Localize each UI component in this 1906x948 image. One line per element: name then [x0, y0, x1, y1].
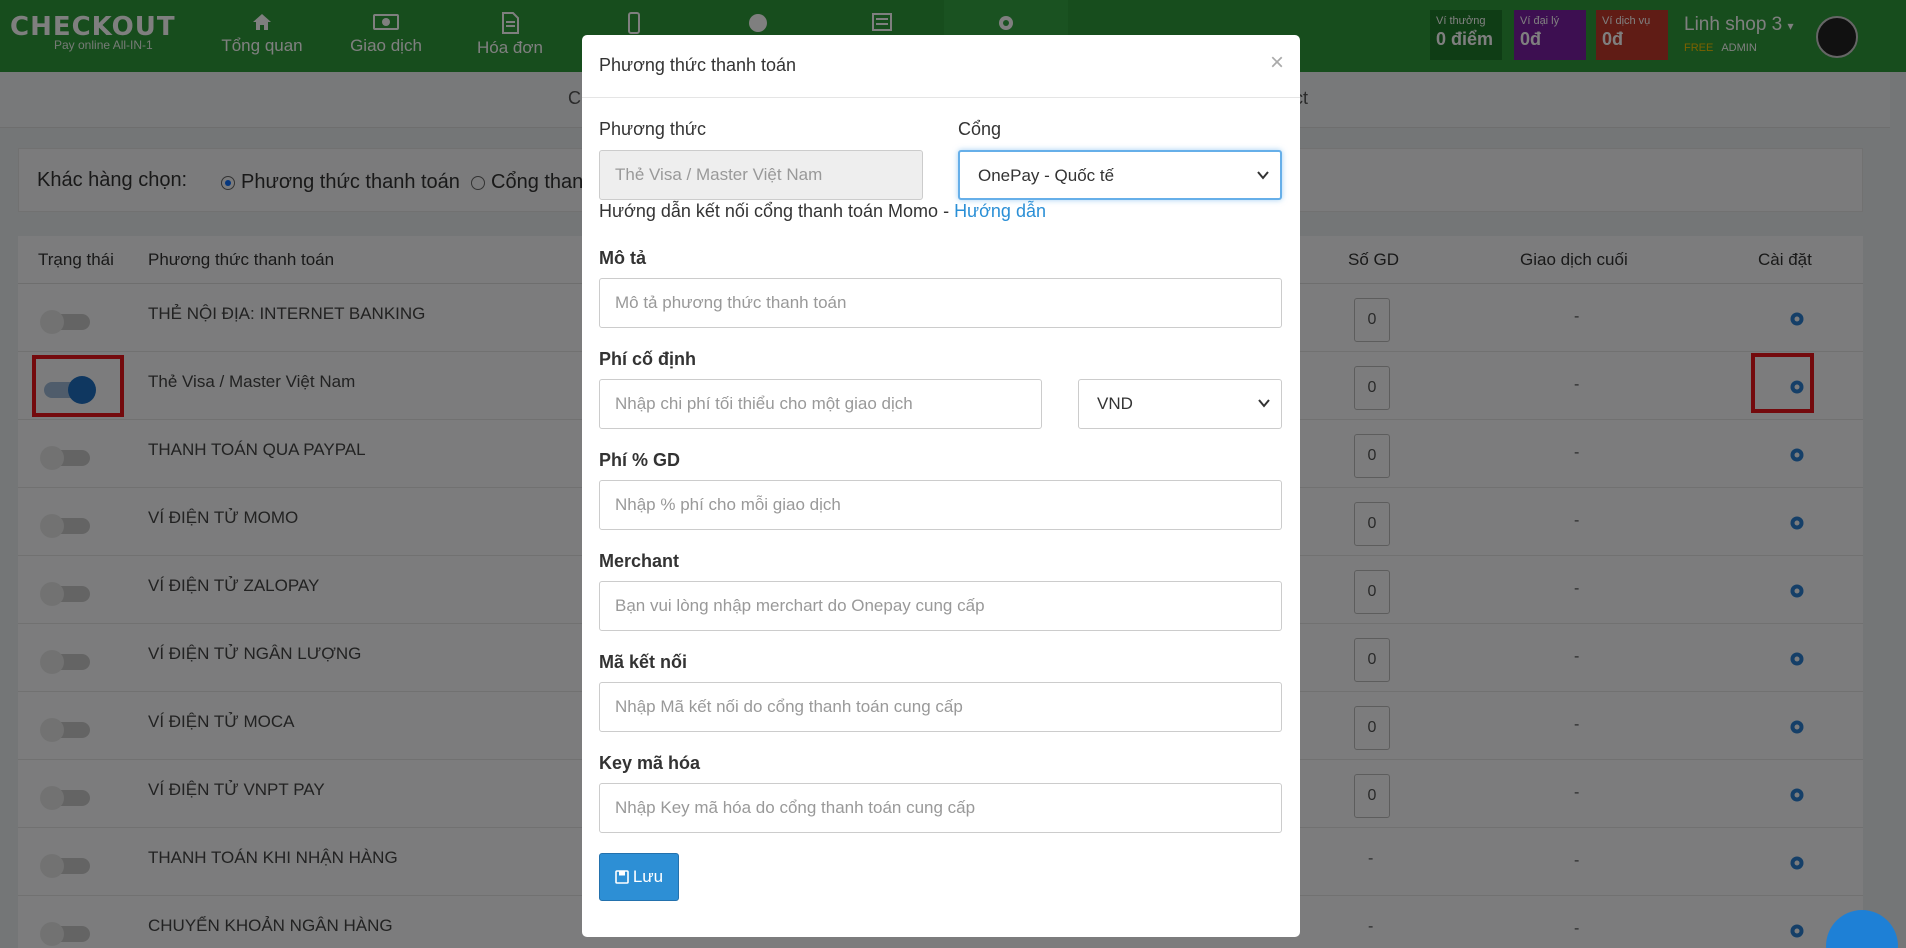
percent-fee-label: Phí % GD — [599, 450, 681, 470]
chevron-down-icon — [1258, 399, 1270, 408]
description-input[interactable]: Mô tả phương thức thanh toán — [599, 278, 1282, 328]
method-label: Phương thức — [599, 119, 706, 139]
percent-fee-input[interactable]: Nhập % phí cho mỗi giao dịch — [599, 480, 1282, 530]
modal-title: Phương thức thanh toán — [599, 55, 797, 75]
gateway-label: Cổng — [958, 119, 1002, 139]
help-text: Hướng dẫn kết nối cổng thanh toán Momo - — [599, 201, 955, 221]
connection-code-input[interactable]: Nhập Mã kết nối do cổng thanh toán cung … — [599, 682, 1282, 732]
description-label: Mô tả — [599, 248, 646, 268]
payment-method-modal: Phương thức thanh toán × Phương thức Thẻ… — [582, 35, 1300, 937]
modal-header: Phương thức thanh toán × — [582, 35, 1300, 98]
save-button[interactable]: Lưu — [599, 853, 679, 901]
method-field: Thẻ Visa / Master Việt Nam — [599, 150, 923, 200]
gateway-selected-value: OnePay - Quốc tế — [978, 166, 1115, 185]
merchant-label: Merchant — [599, 551, 680, 571]
gateway-select[interactable]: OnePay - Quốc tế — [958, 150, 1282, 200]
connection-code-label: Mã kết nối — [599, 652, 688, 672]
encryption-key-label: Key mã hóa — [599, 753, 701, 773]
merchant-input[interactable]: Bạn vui lòng nhập merchart do Onepay cun… — [599, 581, 1282, 631]
encryption-key-input[interactable]: Nhập Key mã hóa do cổng thanh toán cung … — [599, 783, 1282, 833]
close-icon[interactable]: × — [1270, 49, 1284, 77]
currency-select[interactable]: VND — [1078, 379, 1282, 429]
save-icon — [615, 870, 629, 884]
chevron-down-icon — [1257, 171, 1269, 180]
save-label: Lưu — [632, 867, 664, 886]
help-link[interactable]: Hướng dẫn — [954, 201, 1046, 221]
currency-value: VND — [1097, 394, 1133, 413]
fixed-fee-label: Phí cố định — [599, 349, 696, 369]
gateway-help: Hướng dẫn kết nối cổng thanh toán Momo -… — [599, 201, 1046, 222]
fixed-fee-input[interactable]: Nhập chi phí tối thiểu cho một giao dịch — [599, 379, 1042, 429]
